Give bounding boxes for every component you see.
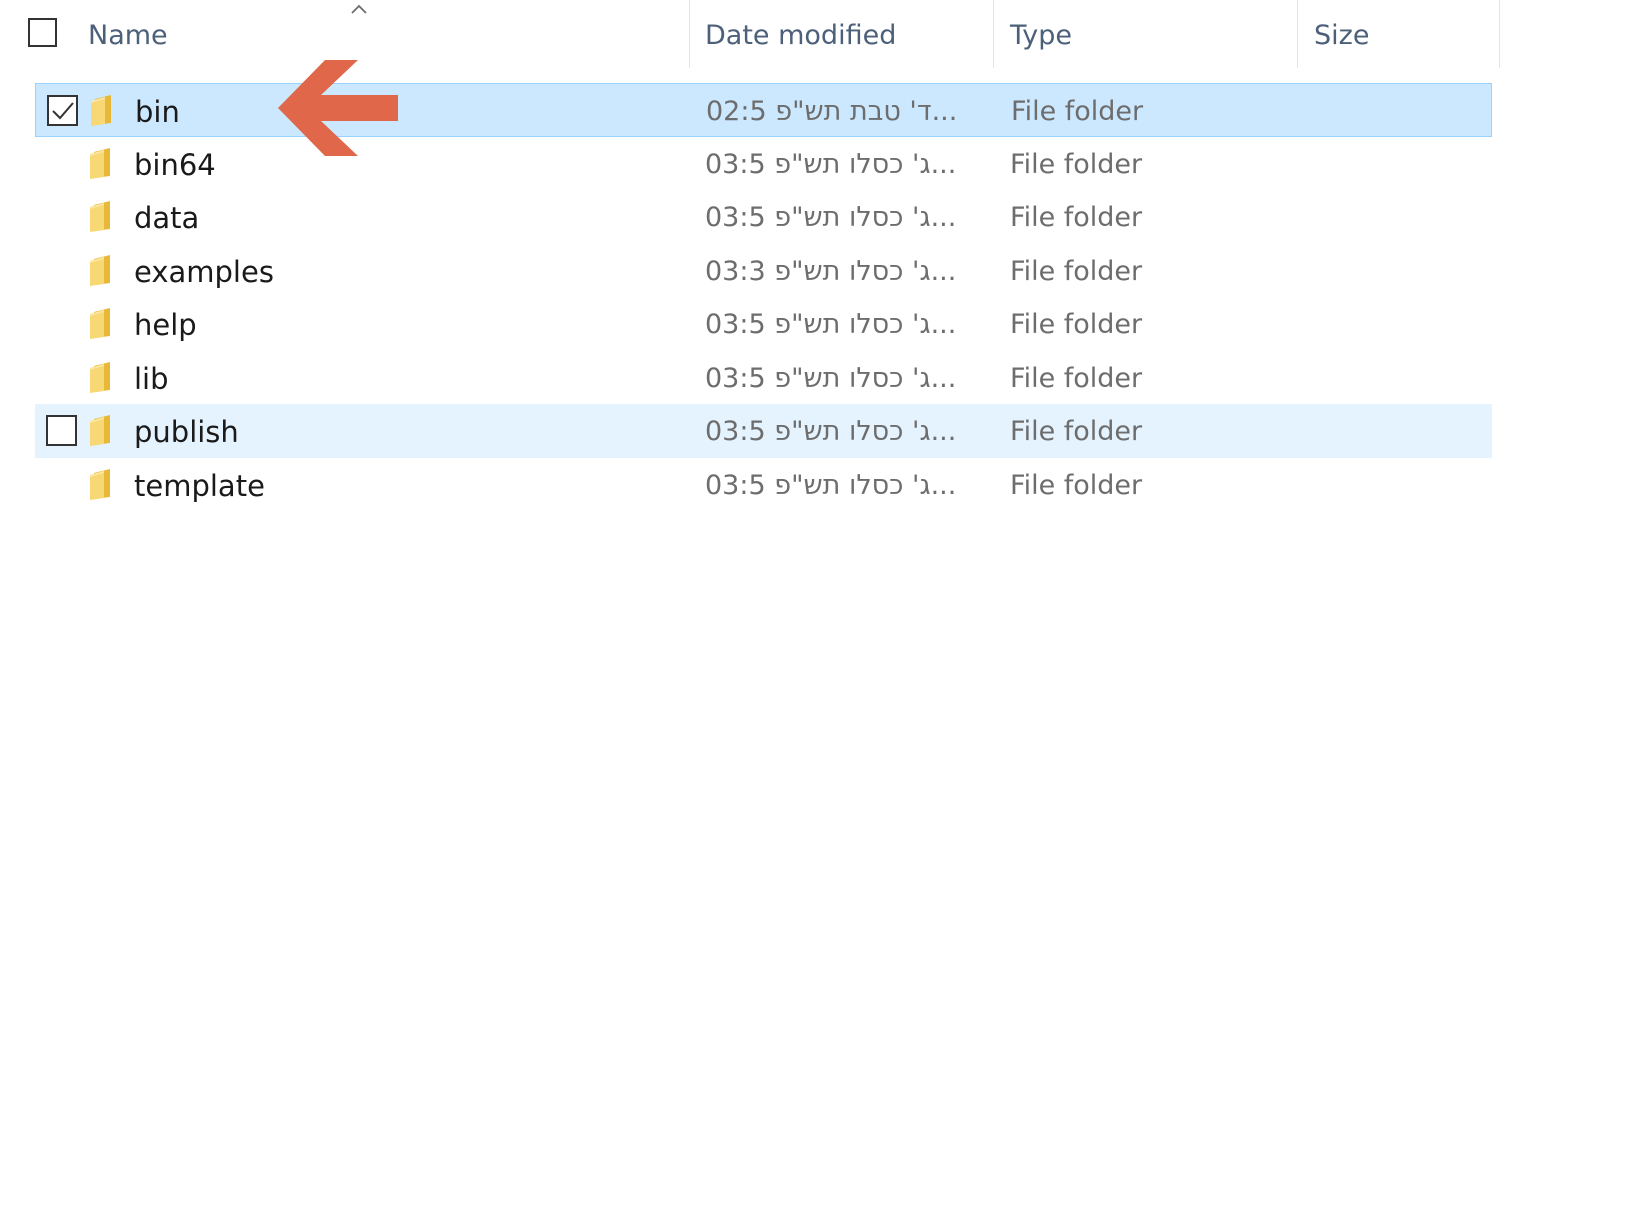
folder-icon [89, 93, 119, 127]
checkmark-icon [52, 102, 74, 120]
file-type: File folder [1010, 416, 1143, 447]
file-name: bin64 [134, 147, 216, 182]
folder-icon [88, 360, 118, 394]
column-header-name[interactable]: Name [0, 0, 690, 68]
chevron-up-icon [351, 4, 367, 14]
date-modified: ג' כסלו תש"פ 03:5... [705, 362, 957, 394]
arrow-left-icon [278, 60, 398, 156]
file-name: help [134, 308, 197, 342]
file-type: File folder [1010, 148, 1143, 180]
date-modified: ג' כסלו תש"פ 03:5... [705, 148, 957, 180]
file-type: File folder [1011, 96, 1144, 127]
file-name: lib [134, 361, 169, 396]
file-name: examples [134, 254, 274, 289]
folder-icon [88, 253, 118, 287]
date-modified: ד' טבת תש"פ 02:5... [706, 96, 958, 127]
row-checkbox[interactable] [46, 415, 77, 446]
column-header-size-label: Size [1314, 20, 1370, 51]
date-modified: ג' כסלו תש"פ 03:5... [705, 416, 957, 447]
folder-icon [88, 306, 118, 340]
file-row-lib[interactable]: lib ג' כסלו תש"פ 03:5... File folder [35, 351, 1492, 405]
date-modified: ג' כסלו תש"פ 03:3... [705, 255, 957, 287]
date-modified: ג' כסלו תש"פ 03:5... [705, 309, 957, 340]
file-type: File folder [1010, 362, 1143, 394]
date-modified: ג' כסלו תש"פ 03:5... [705, 469, 957, 501]
file-row-bin[interactable]: bin ד' טבת תש"פ 02:5... File folder [35, 83, 1492, 137]
folder-icon [88, 467, 118, 501]
column-header-type-label: Type [1010, 20, 1073, 51]
file-name: publish [134, 415, 239, 449]
file-type: File folder [1010, 469, 1143, 501]
file-explorer-list-view: Name Date modified Type Size bin ד' טבת ת… [0, 0, 1652, 1206]
file-row-examples[interactable]: examples ג' כסלו תש"פ 03:3... File folder [35, 244, 1492, 298]
file-name: template [134, 468, 265, 503]
file-type: File folder [1010, 255, 1143, 287]
file-type: File folder [1010, 309, 1143, 340]
file-row-bin64[interactable]: bin64 ג' כסלו תש"פ 03:5... File folder [35, 137, 1492, 191]
file-name: bin [135, 95, 180, 129]
file-row-help[interactable]: help ג' כסלו תש"פ 03:5... File folder [35, 297, 1492, 351]
select-all-checkbox[interactable] [28, 18, 57, 47]
folder-icon [88, 199, 118, 233]
file-row-data[interactable]: data ג' כסלו תש"פ 03:5... File folder [35, 190, 1492, 244]
row-checkbox[interactable] [47, 95, 78, 126]
folder-icon [88, 413, 118, 447]
file-row-template[interactable]: template ג' כסלו תש"פ 03:5... File folder [35, 458, 1492, 512]
column-header-date-modified[interactable]: Date modified [690, 0, 994, 68]
file-row-publish[interactable]: publish ג' כסלו תש"פ 03:5... File folder [35, 404, 1492, 458]
column-header-size[interactable]: Size [1298, 0, 1500, 68]
column-header-type[interactable]: Type [994, 0, 1298, 68]
column-header-name-label: Name [88, 20, 168, 51]
file-type: File folder [1010, 202, 1143, 233]
column-header-date-label: Date modified [705, 20, 897, 51]
folder-icon [88, 146, 118, 180]
column-header-bar: Name Date modified Type Size [0, 0, 1500, 68]
file-name: data [134, 201, 200, 235]
date-modified: ג' כסלו תש"פ 03:5... [705, 202, 957, 233]
